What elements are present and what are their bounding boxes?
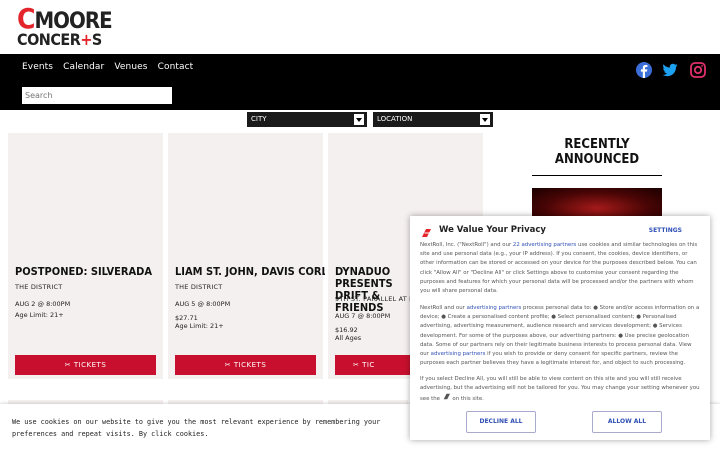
nextroll-small-icon	[443, 394, 450, 400]
logo-line2: CONCER+S	[17, 30, 102, 49]
advertising-partners-link[interactable]: advertising partners	[467, 305, 522, 311]
tickets-button[interactable]: ✂ TICKETS	[175, 355, 316, 375]
ticket-icon: ✂	[353, 361, 363, 369]
nav-item-calendar[interactable]: Calendar	[63, 62, 104, 72]
city-filter[interactable]: CITY	[247, 112, 367, 127]
event-age: Age Limit: 21+	[175, 322, 224, 330]
consent-paragraph-1: NextRoll, Inc. ("NextRoll") and our 22 a…	[420, 242, 698, 295]
nav-item-venues[interactable]: Venues	[114, 62, 147, 72]
event-price: $27.71	[175, 314, 198, 322]
facebook-icon[interactable]	[636, 62, 652, 78]
event-title[interactable]: POSTPONED: SILVERADA	[15, 266, 165, 278]
event-venue: 9TH ST. PARALLEL AT KN	[335, 295, 415, 303]
event-card[interactable]: LIAM ST. JOHN, DAVIS CORLEY THE DISTRICT…	[168, 133, 325, 379]
event-title[interactable]: LIAM ST. JOHN, DAVIS CORLEY	[175, 266, 325, 278]
nav-item-events[interactable]: Events	[22, 62, 53, 72]
event-venue: THE DISTRICT	[15, 283, 63, 291]
ticket-icon: ✂	[64, 361, 74, 369]
consent-paragraph-3: If you select Decline All, you will stil…	[420, 376, 700, 403]
event-title[interactable]: DYNADUO PRESENTS DRIFT & FRIENDS	[335, 266, 415, 314]
event-age: All Ages	[335, 334, 362, 342]
consent-title: We Value Your Privacy	[439, 225, 546, 235]
decline-all-button[interactable]: DECLINE ALL	[466, 411, 536, 433]
event-date: AUG 5 @ 8:00PM	[175, 300, 231, 308]
event-card[interactable]: POSTPONED: SILVERADA THE DISTRICT AUG 2 …	[8, 133, 163, 379]
event-date: AUG 7 @ 8:00PM	[335, 312, 391, 320]
event-price: $16.92	[335, 326, 358, 334]
search-input[interactable]	[22, 87, 172, 104]
location-filter-label: LOCATION	[377, 115, 413, 123]
event-age: Age Limit: 21+	[15, 311, 64, 319]
consent-paragraph-2: NextRoll and our advertising partners pr…	[420, 305, 700, 367]
divider	[532, 175, 662, 176]
cookie-bar-text: We use cookies on our website to give yo…	[12, 418, 381, 438]
advertising-partners-link[interactable]: advertising partners	[431, 351, 486, 357]
partners-link[interactable]: 22 advertising partners	[513, 242, 576, 248]
ticket-icon: ✂	[224, 361, 234, 369]
settings-link[interactable]: SETTINGS	[649, 227, 682, 234]
nextroll-logo-icon	[422, 229, 431, 237]
nav-item-contact[interactable]: Contact	[158, 62, 194, 72]
recently-announced-heading: RECENTLY ANNOUNCED	[554, 137, 640, 167]
logo[interactable]: CMOORE CONCER+S	[17, 5, 113, 51]
event-date: AUG 2 @ 8:00PM	[15, 300, 71, 308]
navbar: Events Calendar Venues Contact	[0, 54, 720, 110]
allow-all-button[interactable]: ALLOW ALL	[592, 411, 662, 433]
tickets-button[interactable]: ✂ TICKETS	[15, 355, 156, 375]
instagram-icon[interactable]	[690, 62, 706, 78]
chevron-down-icon	[480, 114, 490, 125]
city-filter-label: CITY	[251, 115, 267, 123]
event-venue: THE DISTRICT	[175, 283, 223, 291]
tickets-button[interactable]: ✂ TIC	[335, 355, 411, 375]
twitter-icon[interactable]	[662, 62, 678, 78]
chevron-down-icon	[354, 114, 364, 125]
consent-modal: We Value Your Privacy SETTINGS NextRoll,…	[410, 216, 710, 440]
nav-links: Events Calendar Venues Contact	[22, 62, 193, 72]
location-filter[interactable]: LOCATION	[373, 112, 493, 127]
